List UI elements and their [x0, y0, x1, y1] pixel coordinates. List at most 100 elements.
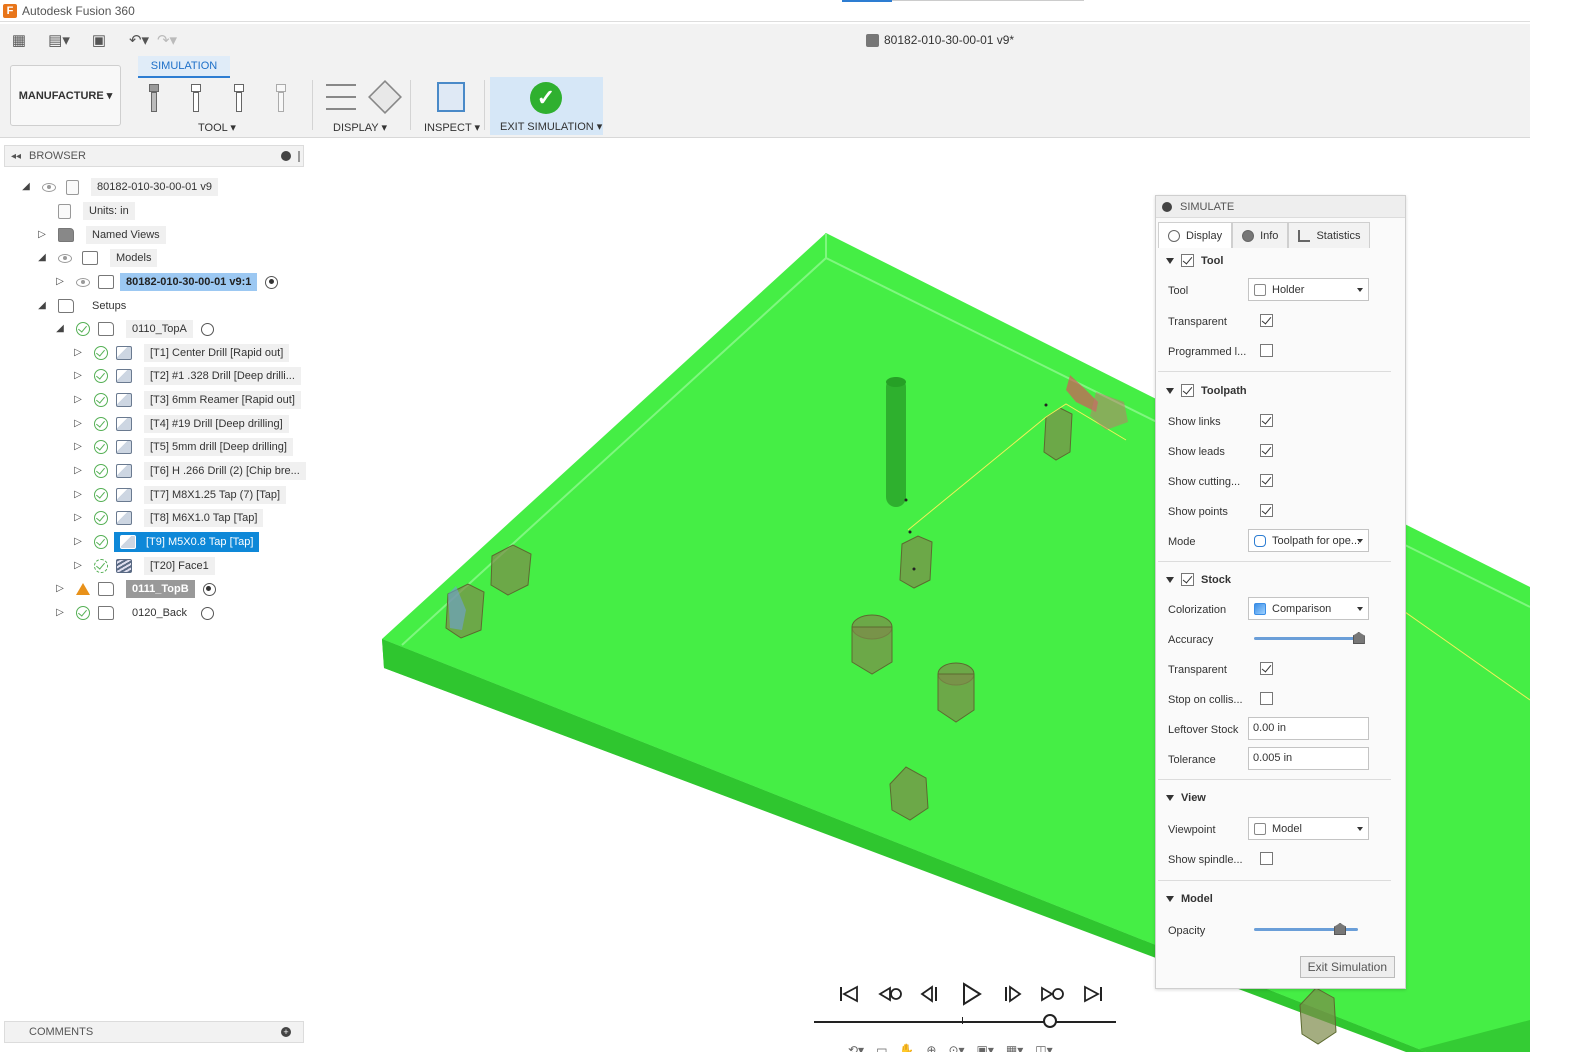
- collapse-triangle-icon[interactable]: [1166, 795, 1174, 801]
- viewpoint-dropdown[interactable]: Model: [1248, 817, 1369, 840]
- stock-transparent-checkbox[interactable]: [1260, 662, 1273, 675]
- stock-display-icon[interactable]: [368, 80, 402, 114]
- tool-transparent-checkbox[interactable]: [1260, 314, 1273, 327]
- tolerance-input[interactable]: 0.005 in: [1248, 747, 1369, 770]
- expand-icon[interactable]: ▷: [36, 229, 48, 241]
- look-at-icon[interactable]: ▭: [876, 1043, 887, 1052]
- minimize-icon[interactable]: [1162, 201, 1172, 212]
- stop-on-collision-checkbox[interactable]: [1260, 692, 1273, 705]
- tree-named-views[interactable]: ▷ Named Views: [36, 224, 166, 246]
- show-cutting-checkbox[interactable]: [1260, 474, 1273, 487]
- model-section-header[interactable]: Model: [1166, 893, 1213, 905]
- view-section-header[interactable]: View: [1166, 792, 1206, 804]
- tree-model-item[interactable]: ▷ 80182-010-30-00-01 v9:1: [54, 271, 279, 293]
- collapse-icon[interactable]: ◢: [36, 300, 48, 312]
- tree-operation[interactable]: ▷ [T6] H .266 Drill (2) [Chip bre...: [72, 460, 306, 482]
- expand-icon[interactable]: ▷: [72, 536, 84, 548]
- toolpath-display-icon[interactable]: [326, 84, 356, 110]
- orbit-icon[interactable]: ⟲▾: [848, 1043, 864, 1052]
- tree-setup[interactable]: ▷ 0111_TopB: [54, 578, 216, 600]
- tab-info[interactable]: Info: [1232, 222, 1289, 248]
- accuracy-slider[interactable]: [1248, 632, 1365, 646]
- tree-operation[interactable]: ▷ [T7] M8X1.25 Tap (7) [Tap]: [72, 484, 287, 506]
- panel-grip-icon[interactable]: [298, 151, 300, 162]
- tree-operation[interactable]: ▷ [T2] #1 .328 Drill [Deep drilli...: [72, 365, 301, 387]
- tree-operation[interactable]: ▷ [T5] 5mm drill [Deep drilling]: [72, 436, 293, 458]
- minimize-icon[interactable]: [281, 151, 291, 161]
- activate-radio-icon[interactable]: [265, 275, 279, 289]
- display-settings-icon[interactable]: ▣▾: [977, 1043, 994, 1052]
- tree-operation[interactable]: ▷ [T4] #19 Drill [Deep drilling]: [72, 413, 289, 435]
- collapse-triangle-icon[interactable]: [1166, 896, 1174, 902]
- show-spindle-checkbox[interactable]: [1260, 852, 1273, 865]
- tool-section-header[interactable]: Tool: [1166, 254, 1223, 267]
- tool-shaft-icon[interactable]: [182, 82, 210, 114]
- visibility-eye-icon[interactable]: [76, 277, 90, 287]
- simulation-timeline[interactable]: [814, 1021, 1116, 1023]
- expand-icon[interactable]: ▷: [72, 465, 84, 477]
- play-icon[interactable]: [958, 981, 984, 1007]
- grid-menu-icon[interactable]: ▦: [8, 31, 30, 49]
- display-group-label[interactable]: DISPLAY ▾: [333, 121, 387, 134]
- tree-root[interactable]: ◢ 80182-010-30-00-01 v9: [20, 176, 218, 198]
- programmed-checkbox[interactable]: [1260, 344, 1273, 357]
- expand-icon[interactable]: ▷: [54, 583, 66, 595]
- zoom-icon[interactable]: ⊕: [926, 1043, 936, 1052]
- section-analysis-icon[interactable]: [437, 82, 465, 112]
- comments-panel-header[interactable]: COMMENTS +: [4, 1021, 304, 1043]
- tree-setup[interactable]: ▷ 0120_Back: [54, 602, 215, 624]
- expand-icon[interactable]: ▷: [54, 276, 66, 288]
- activate-radio-icon[interactable]: [201, 606, 215, 620]
- inspect-group-label[interactable]: INSPECT ▾: [424, 121, 480, 134]
- expand-icon[interactable]: ▷: [54, 607, 66, 619]
- show-points-checkbox[interactable]: [1260, 504, 1273, 517]
- tree-units[interactable]: Units: in: [58, 200, 135, 222]
- expand-icon[interactable]: ▷: [72, 418, 84, 430]
- exit-simulation-button[interactable]: ✓ EXIT SIMULATION ▾: [490, 77, 603, 135]
- expand-icon[interactable]: ▷: [72, 347, 84, 359]
- grid-settings-icon[interactable]: ▦▾: [1006, 1043, 1023, 1052]
- tree-models[interactable]: ◢ Models: [36, 247, 158, 269]
- save-icon[interactable]: ▣: [88, 31, 110, 49]
- collapse-triangle-icon[interactable]: [1166, 257, 1174, 264]
- tab-display[interactable]: Display: [1158, 222, 1233, 248]
- tree-setups[interactable]: ◢ Setups: [36, 295, 132, 317]
- expand-icon[interactable]: ▷: [72, 370, 84, 382]
- collapse-icon[interactable]: ◢: [54, 323, 66, 335]
- tree-setup[interactable]: ◢ 0110_TopA: [54, 318, 214, 340]
- show-leads-checkbox[interactable]: [1260, 444, 1273, 457]
- expand-icon[interactable]: ▷: [72, 441, 84, 453]
- visibility-eye-icon[interactable]: [58, 253, 72, 263]
- activate-radio-icon[interactable]: [202, 582, 216, 596]
- collapse-icon[interactable]: ◢: [36, 252, 48, 264]
- visibility-eye-icon[interactable]: [42, 182, 56, 192]
- slider-thumb[interactable]: [1352, 632, 1365, 644]
- exit-simulation-dialog-button[interactable]: Exit Simulation: [1299, 956, 1395, 978]
- go-to-start-icon[interactable]: [836, 981, 862, 1007]
- expand-icon[interactable]: ▷: [72, 489, 84, 501]
- show-links-checkbox[interactable]: [1260, 414, 1273, 427]
- tool-none-icon[interactable]: [267, 82, 295, 114]
- tree-operation-selected[interactable]: ▷ [T9] M5X0.8 Tap [Tap]: [72, 531, 260, 553]
- toolpath-section-checkbox[interactable]: [1181, 384, 1194, 397]
- workspace-switcher[interactable]: MANUFACTURE ▾: [10, 65, 121, 126]
- file-menu-icon[interactable]: ▤▾: [48, 31, 70, 49]
- tab-statistics[interactable]: Statistics: [1288, 222, 1371, 248]
- activate-radio-icon[interactable]: [200, 322, 214, 336]
- fit-icon[interactable]: ⊙▾: [948, 1043, 964, 1052]
- step-back-icon[interactable]: [917, 981, 943, 1007]
- viewports-icon[interactable]: ◫▾: [1035, 1043, 1052, 1052]
- tool-holder-icon[interactable]: [140, 82, 168, 114]
- go-to-end-icon[interactable]: [1080, 981, 1106, 1007]
- stock-section-header[interactable]: Stock: [1166, 573, 1231, 586]
- expand-icon[interactable]: ▷: [72, 512, 84, 524]
- tool-section-checkbox[interactable]: [1181, 254, 1194, 267]
- tool-group-label[interactable]: TOOL ▾: [198, 121, 236, 134]
- collapse-icon[interactable]: ◢: [20, 181, 32, 193]
- pan-icon[interactable]: ✋: [899, 1043, 914, 1052]
- tree-operation[interactable]: ▷ [T3] 6mm Reamer [Rapid out]: [72, 389, 301, 411]
- toolpath-section-header[interactable]: Toolpath: [1166, 384, 1247, 397]
- collapse-triangle-icon[interactable]: [1166, 387, 1174, 394]
- tree-operation[interactable]: ▷ [T20] Face1: [72, 555, 215, 577]
- timeline-scrubber[interactable]: [1042, 1014, 1057, 1028]
